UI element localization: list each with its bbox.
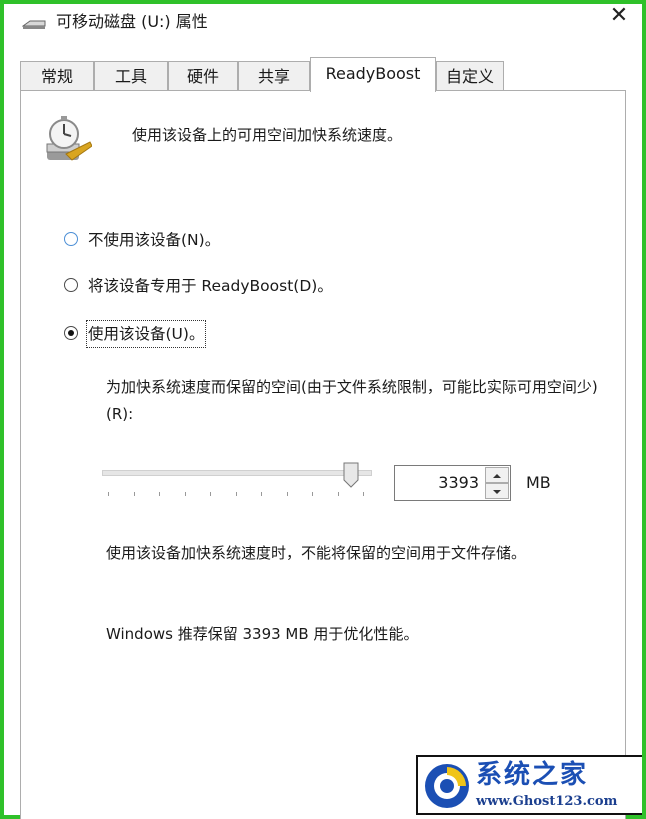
slider-tick (312, 492, 313, 496)
slider-tick (338, 492, 339, 496)
radio-button-selected[interactable] (64, 326, 78, 340)
slider-tick (261, 492, 262, 496)
tab-customize[interactable]: 自定义 (436, 61, 504, 90)
slider-tick (210, 492, 211, 496)
window-title: 可移动磁盘 (U:) 属性 (56, 12, 208, 31)
close-button[interactable]: ✕ (600, 4, 638, 28)
spin-down-button[interactable] (485, 483, 509, 499)
title-bar: 可移动磁盘 (U:) 属性 ✕ (4, 4, 642, 44)
arrow-up-icon (493, 474, 501, 478)
close-icon: ✕ (609, 3, 629, 28)
slider-tick (134, 492, 135, 496)
size-unit: MB (526, 473, 551, 492)
storage-warning-text: 使用该设备加快系统速度时，不能将保留的空间用于文件存储。 (106, 544, 527, 562)
tab-readyboost[interactable]: ReadyBoost (310, 57, 436, 92)
arrow-down-icon (493, 490, 501, 494)
globe-logo-icon (425, 764, 469, 808)
reserve-size-input[interactable]: 3393 (395, 466, 483, 500)
radio-button[interactable] (64, 278, 78, 292)
drive-icon (22, 20, 46, 29)
option-label: 将该设备专用于 ReadyBoost(D)。 (88, 277, 333, 295)
tab-general[interactable]: 常规 (20, 61, 94, 90)
radio-button[interactable] (64, 232, 78, 246)
header-description: 使用该设备上的可用空间加快系统速度。 (132, 126, 403, 144)
tab-tools[interactable]: 工具 (94, 61, 168, 90)
watermark-title: 系统之家 (476, 760, 589, 790)
reserve-slider[interactable] (102, 462, 372, 502)
slider-tick (287, 492, 288, 496)
reserve-size-spinbox[interactable]: 3393 (394, 465, 511, 501)
slider-tick (108, 492, 109, 496)
watermark-url: www.Ghost123.com (476, 794, 618, 809)
slider-tick (185, 492, 186, 496)
slider-tick (159, 492, 160, 496)
reserve-space-label: 为加快系统速度而保留的空间(由于文件系统限制，可能比实际可用空间少)(R): (106, 378, 598, 423)
stopwatch-icon (46, 116, 92, 161)
tab-panel (20, 90, 626, 819)
radio-dot (68, 330, 74, 336)
slider-tick (363, 492, 364, 496)
recommendation-text: Windows 推荐保留 3393 MB 用于优化性能。 (106, 625, 419, 643)
spin-up-button[interactable] (485, 467, 509, 483)
slider-tick (236, 492, 237, 496)
slider-track (102, 470, 372, 476)
watermark-logo: 系统之家 www.Ghost123.com (416, 755, 642, 815)
option-label: 使用该设备(U)。 (85, 320, 207, 348)
option-label: 不使用该设备(N)。 (88, 231, 221, 249)
tab-sharing[interactable]: 共享 (238, 61, 310, 90)
slider-thumb[interactable] (343, 462, 359, 488)
tab-hardware[interactable]: 硬件 (168, 61, 238, 90)
